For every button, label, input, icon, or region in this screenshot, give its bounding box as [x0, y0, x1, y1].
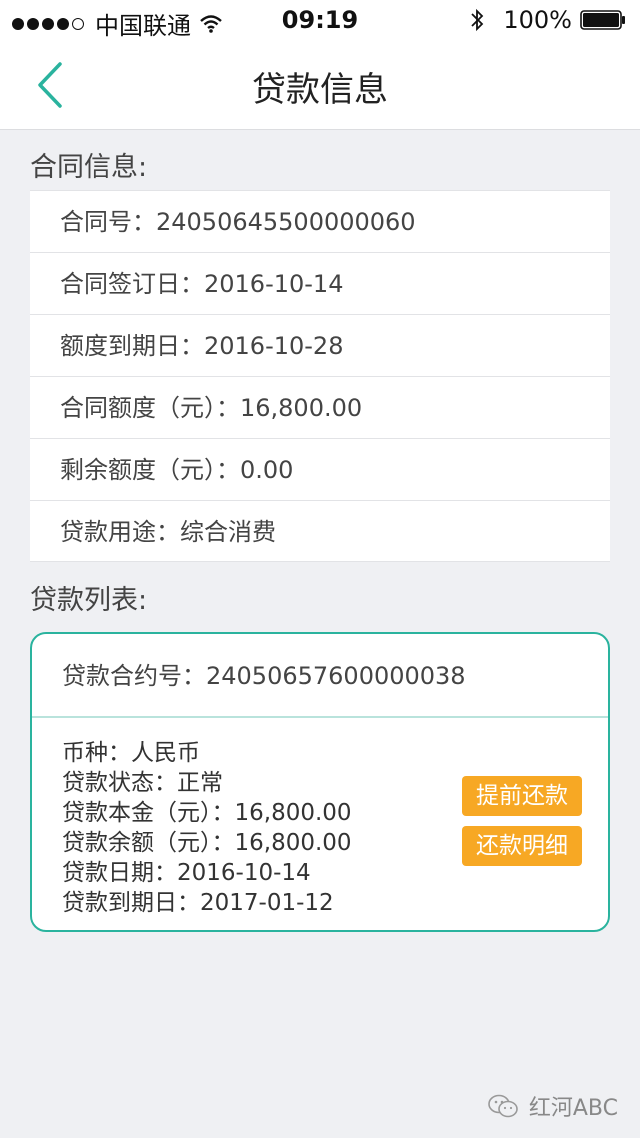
- repayment-detail-button[interactable]: 还款明细: [462, 826, 582, 866]
- loan-status: 贷款状态：正常: [62, 770, 223, 796]
- contract-limit-row: 合同额度（元）：16,800.00: [30, 377, 610, 439]
- watermark: 红河ABC: [487, 1090, 618, 1122]
- contract-info-card: 合同号：24050645500000060 合同签订日：2016-10-14 额…: [30, 190, 610, 562]
- loan-principal: 贷款本金（元）：16,800.00: [62, 800, 352, 826]
- loan-balance: 贷款余额（元）：16,800.00: [62, 830, 352, 856]
- remaining-limit-row: 剩余额度（元）：0.00: [30, 439, 610, 501]
- bluetooth-icon: [471, 8, 484, 32]
- status-right: 100%: [469, 6, 626, 34]
- contract-section-title: 合同信息:: [30, 152, 148, 183]
- loan-currency: 币种：人民币: [62, 740, 200, 766]
- watermark-text: 红河ABC: [528, 1096, 618, 1121]
- battery-icon: [580, 10, 625, 30]
- loan-contract-number: 贷款合约号：24050657600000038: [32, 634, 608, 718]
- loan-item-card[interactable]: 贷款合约号：24050657600000038 币种：人民币 贷款状态：正常 贷…: [30, 632, 610, 932]
- loan-date: 贷款日期：2016-10-14: [62, 860, 311, 886]
- loan-purpose-row: 贷款用途：综合消费: [60, 518, 276, 546]
- prepay-button[interactable]: 提前还款: [462, 776, 582, 816]
- loan-details: 币种：人民币 贷款状态：正常 贷款本金（元）：16,800.00 贷款余额（元）…: [62, 738, 352, 918]
- loan-list-section-title: 贷款列表:: [30, 585, 148, 616]
- limit-expiry-date-row: 额度到期日：2016-10-28: [30, 315, 610, 377]
- loan-info-page: 中国联通 09:19 100% 贷款信息 合同信息: 合同号：240506455…: [0, 0, 640, 1138]
- contract-number-row: 合同号：24050645500000060: [30, 191, 610, 253]
- battery-percent: 100%: [503, 6, 572, 34]
- nav-bar: 贷款信息: [0, 40, 640, 130]
- page-title: 贷款信息: [252, 70, 388, 110]
- status-bar: 中国联通 09:19 100%: [0, 0, 640, 40]
- wechat-icon: [488, 1094, 518, 1118]
- contract-sign-date-row: 合同签订日：2016-10-14: [30, 253, 610, 315]
- loan-due-date: 贷款到期日：2017-01-12: [62, 890, 334, 916]
